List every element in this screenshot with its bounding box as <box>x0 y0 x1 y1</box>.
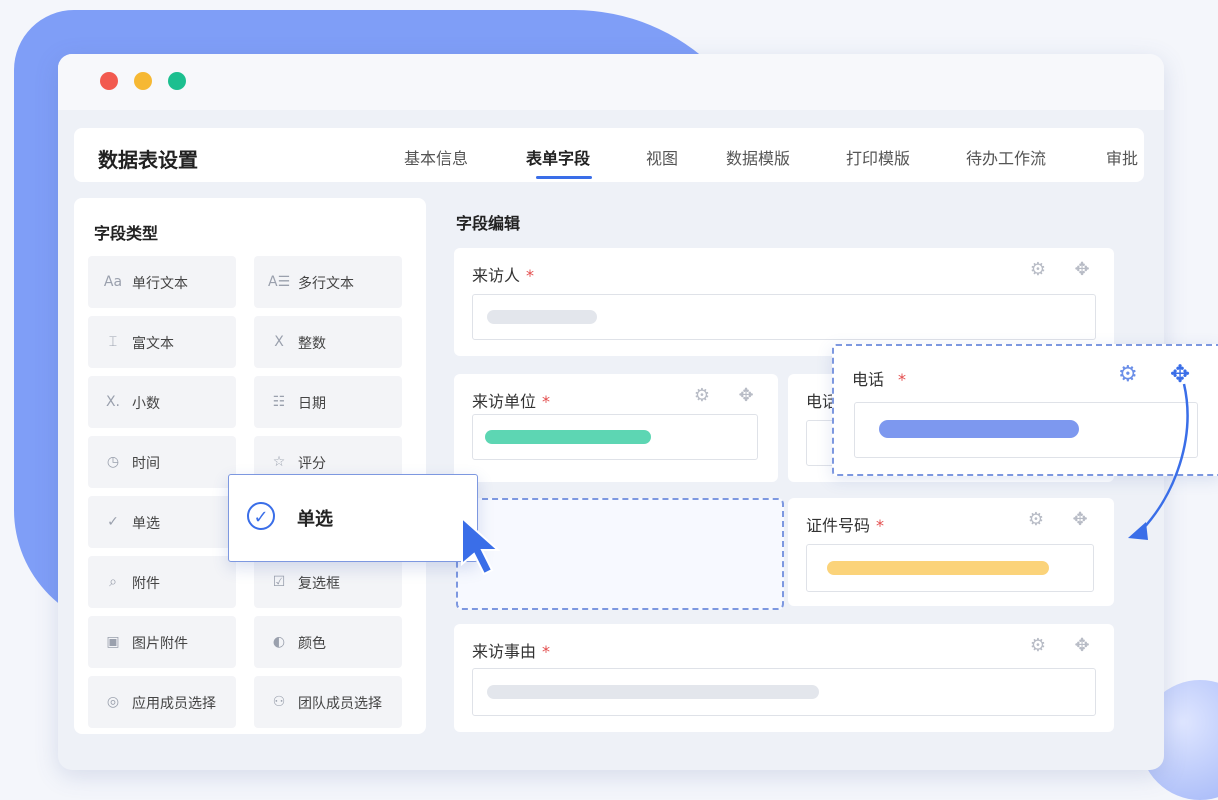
gear-icon[interactable]: ⚙ <box>1026 510 1046 530</box>
time-icon: ◷ <box>106 454 120 470</box>
field-type-label: 附件 <box>132 576 160 592</box>
field-label: 证件号码 * <box>806 516 885 535</box>
minimize-window-button[interactable] <box>134 72 152 90</box>
placeholder-pill <box>827 561 1049 575</box>
field-type-label: 评分 <box>298 456 326 472</box>
field-type-label: 团队成员选择 <box>298 696 382 712</box>
field-type-label: 应用成员选择 <box>132 696 216 712</box>
field-card-reason[interactable]: 来访事由 * ⚙ ✥ <box>454 624 1114 732</box>
field-type-heading: 字段类型 <box>94 224 159 243</box>
field-type-label: 单选 <box>132 516 160 532</box>
attachment-icon: ⌕ <box>109 574 117 590</box>
multi-line-text-icon: A☰ <box>268 274 291 290</box>
single-line-text-icon: Aa <box>103 274 123 290</box>
field-type-label: 富文本 <box>132 336 174 352</box>
field-label: 来访事由 * <box>472 642 551 661</box>
move-icon[interactable]: ✥ <box>1072 260 1092 280</box>
field-label: 来访单位 * <box>472 392 551 411</box>
color-icon: ◐ <box>272 634 286 650</box>
field-editor-heading: 字段编辑 <box>456 214 521 233</box>
field-type-rich-text[interactable]: ⌶ 富文本 <box>88 316 236 368</box>
check-circle-icon: ✓ <box>247 502 275 530</box>
field-type-label: 整数 <box>298 336 326 352</box>
mouse-cursor-icon <box>461 516 501 576</box>
settings-header: 数据表设置 基本信息 表单字段 视图 数据模版 打印模版 待办工作流 审批 <box>74 128 1144 182</box>
drop-placeholder[interactable] <box>456 498 784 610</box>
field-input-preview <box>472 414 758 460</box>
field-type-app-member[interactable]: ◎ 应用成员选择 <box>88 676 236 728</box>
field-type-label: 多行文本 <box>298 276 354 292</box>
rich-text-icon: ⌶ <box>108 334 118 350</box>
field-type-label: 颜色 <box>298 636 326 652</box>
move-icon[interactable]: ✥ <box>1070 510 1090 530</box>
field-type-image-attachment[interactable]: ▣ 图片附件 <box>88 616 236 668</box>
placeholder-pill <box>487 310 597 324</box>
dragging-field-type-single-select[interactable]: ✓ 单选 <box>228 474 478 562</box>
move-icon[interactable]: ✥ <box>1072 636 1092 656</box>
gear-icon[interactable]: ⚙ <box>1028 260 1048 280</box>
field-type-multi-line-text[interactable]: A☰ 多行文本 <box>254 256 402 308</box>
field-type-team-member[interactable]: ⚇ 团队成员选择 <box>254 676 402 728</box>
field-type-label: 小数 <box>132 396 160 412</box>
field-type-label: 图片附件 <box>132 636 188 652</box>
placeholder-pill <box>879 420 1079 438</box>
field-type-label: 时间 <box>132 456 160 472</box>
field-type-time[interactable]: ◷ 时间 <box>88 436 236 488</box>
tab-basic-info[interactable]: 基本信息 <box>404 145 468 169</box>
tab-data-template[interactable]: 数据模版 <box>726 145 790 169</box>
tab-print-template[interactable]: 打印模版 <box>846 145 910 169</box>
tab-form-fields[interactable]: 表单字段 <box>526 145 590 169</box>
tab-approval[interactable]: 审批 <box>1106 145 1138 169</box>
maximize-window-button[interactable] <box>168 72 186 90</box>
field-card-unit[interactable]: 来访单位 * ⚙ ✥ <box>454 374 778 482</box>
field-type-sidebar: 字段类型 Aa 单行文本 A☰ 多行文本 ⌶ 富文本 X 整数 X. 小数 ☷ … <box>74 198 426 734</box>
window-titlebar <box>58 54 1164 110</box>
field-type-single-select[interactable]: ✓ 单选 <box>88 496 236 548</box>
field-card-id-number[interactable]: 证件号码 * ⚙ ✥ <box>788 498 1114 606</box>
field-type-single-line-text[interactable]: Aa 单行文本 <box>88 256 236 308</box>
gear-icon[interactable]: ⚙ <box>1028 636 1048 656</box>
field-label: 来访人 * <box>472 266 535 285</box>
field-label: 电话 * <box>852 370 907 389</box>
field-input-preview <box>472 668 1096 716</box>
date-icon: ☷ <box>272 394 286 410</box>
placeholder-pill <box>487 685 819 699</box>
field-card-visitor[interactable]: 来访人 * ⚙ ✥ <box>454 248 1114 356</box>
single-select-icon: ✓ <box>107 514 119 530</box>
image-attachment-icon: ▣ <box>106 634 120 650</box>
field-input-preview <box>806 544 1094 592</box>
checkbox-icon: ☑ <box>272 574 286 590</box>
gear-icon[interactable]: ⚙ <box>692 386 712 406</box>
tab-view[interactable]: 视图 <box>646 145 678 169</box>
field-type-color[interactable]: ◐ 颜色 <box>254 616 402 668</box>
move-arrow-icon <box>1128 383 1189 540</box>
field-type-label: 日期 <box>298 396 326 412</box>
placeholder-pill <box>485 430 651 444</box>
field-type-checkbox[interactable]: ☑ 复选框 <box>254 556 402 608</box>
field-type-date[interactable]: ☷ 日期 <box>254 376 402 428</box>
close-window-button[interactable] <box>100 72 118 90</box>
field-type-integer[interactable]: X 整数 <box>254 316 402 368</box>
active-tab-indicator <box>536 176 592 179</box>
drag-item-label: 单选 <box>297 509 333 530</box>
field-type-label: 复选框 <box>298 576 340 592</box>
field-type-label: 单行文本 <box>132 276 188 292</box>
field-type-decimal[interactable]: X. 小数 <box>88 376 236 428</box>
decimal-icon: X. <box>105 394 121 410</box>
integer-icon: X <box>274 334 284 350</box>
team-member-icon: ⚇ <box>272 694 286 710</box>
field-input-preview <box>472 294 1096 340</box>
app-member-icon: ◎ <box>106 694 120 710</box>
field-type-attachment[interactable]: ⌕ 附件 <box>88 556 236 608</box>
rating-icon: ☆ <box>272 454 286 470</box>
tab-bar: 基本信息 表单字段 视图 数据模版 打印模版 待办工作流 审批 <box>74 128 1144 182</box>
tab-todo-workflow[interactable]: 待办工作流 <box>966 145 1046 169</box>
move-icon[interactable]: ✥ <box>736 386 756 406</box>
